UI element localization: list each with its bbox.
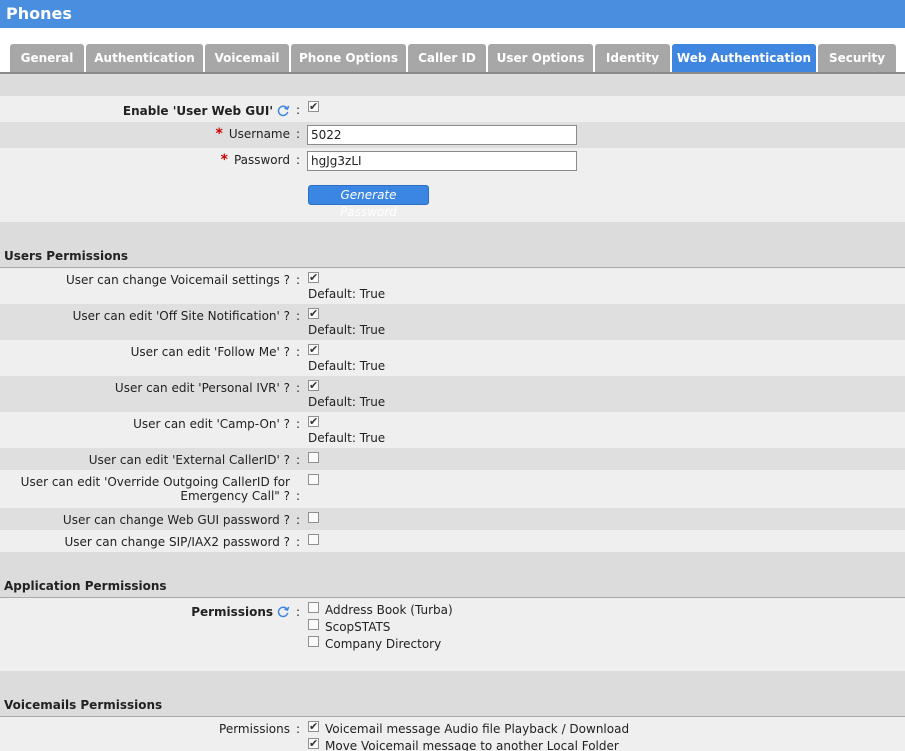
perm-checkbox[interactable]: ✔	[308, 308, 319, 319]
section-spacer	[0, 74, 905, 96]
username-input[interactable]	[307, 125, 577, 145]
app-title-bar: Phones	[0, 0, 905, 28]
tab-user-options[interactable]: User Options	[488, 44, 593, 72]
vm-playback-label: Voicemail message Audio file Playback / …	[325, 722, 630, 736]
colon: :	[296, 722, 301, 736]
colon: :	[296, 417, 301, 431]
app-title: Phones	[6, 4, 72, 23]
colon: :	[296, 489, 301, 503]
generate-password-button[interactable]: Generate Password	[308, 185, 429, 219]
tab-general[interactable]: General	[10, 44, 84, 72]
colon: :	[296, 535, 301, 549]
perm-checkbox[interactable]: ✔	[308, 380, 319, 391]
username-label: * Username	[215, 126, 291, 142]
perm-label: User can edit 'Override Outgoing CallerI…	[20, 475, 290, 503]
colon: :	[296, 453, 301, 467]
perm-row-external-callerid: User can edit 'External CallerID' ? :	[0, 448, 905, 470]
company-directory-checkbox[interactable]	[308, 636, 319, 647]
perm-row-voicemail-settings: User can change Voicemail settings ? : ✔…	[0, 268, 905, 304]
vm-permissions-label: Permissions	[219, 722, 290, 736]
tab-authentication[interactable]: Authentication	[86, 44, 203, 72]
tab-caller-id[interactable]: Caller ID	[408, 44, 486, 72]
row-application-permissions: Permissions : Address Book (Turba) ScopS…	[0, 598, 905, 671]
scopstats-checkbox[interactable]	[308, 619, 319, 630]
perm-checkbox[interactable]: ✔	[308, 344, 319, 355]
default-value: Default: True	[308, 359, 386, 373]
perm-label: User can change Web GUI password ?	[62, 513, 290, 527]
perm-label: User can edit 'Camp-On' ?	[133, 417, 290, 431]
perm-row-camp-on: User can edit 'Camp-On' ? : ✔ Default: T…	[0, 412, 905, 448]
perm-label: User can edit 'Off Site Notification' ?	[72, 309, 290, 323]
app-permissions-label: Permissions	[191, 605, 290, 619]
colon: :	[296, 153, 301, 167]
colon: :	[296, 273, 301, 287]
default-value: Default: True	[308, 323, 386, 337]
colon: :	[296, 513, 301, 527]
row-password: *Password : Generate Password	[0, 148, 905, 222]
perm-label: User can change Voicemail settings ?	[65, 273, 290, 287]
colon: :	[296, 381, 301, 395]
default-value: Default: True	[308, 395, 386, 409]
row-username: * Username :	[0, 122, 905, 148]
enable-web-gui-label: Enable 'User Web GUI'	[123, 104, 290, 118]
password-label: * Password	[220, 152, 290, 168]
colon: :	[296, 103, 301, 117]
tab-web-authentication[interactable]: Web Authentication	[672, 44, 816, 72]
default-value: Default: True	[308, 287, 386, 301]
refresh-icon[interactable]	[277, 605, 290, 618]
password-input[interactable]	[307, 151, 577, 171]
perm-row-sip-iax2-password: User can change SIP/IAX2 password ? :	[0, 530, 905, 552]
perm-row-web-gui-password: User can change Web GUI password ? :	[0, 508, 905, 530]
tab-bar: General Authentication Voicemail Phone O…	[0, 28, 905, 72]
application-permissions-header: Application Permissions	[0, 574, 905, 598]
colon: :	[296, 309, 301, 323]
address-book-label: Address Book (Turba)	[325, 603, 453, 617]
section-spacer	[0, 552, 905, 574]
perm-checkbox[interactable]	[308, 512, 319, 523]
perm-label: User can edit 'Follow Me' ?	[130, 345, 290, 359]
perm-row-override-callerid: User can edit 'Override Outgoing CallerI…	[0, 470, 905, 508]
perm-checkbox[interactable]: ✔	[308, 272, 319, 283]
colon: :	[296, 605, 301, 619]
required-mark: *	[220, 152, 228, 168]
perm-label: User can edit 'External CallerID' ?	[88, 453, 290, 467]
perm-label: User can change SIP/IAX2 password ?	[64, 535, 290, 549]
perm-label: User can edit 'Personal IVR' ?	[114, 381, 290, 395]
vm-move-checkbox[interactable]: ✔	[308, 738, 319, 749]
company-directory-label: Company Directory	[325, 637, 442, 651]
address-book-checkbox[interactable]	[308, 602, 319, 613]
default-value: Default: True	[308, 431, 386, 445]
enable-web-gui-checkbox[interactable]: ✔	[308, 101, 319, 112]
section-spacer	[0, 671, 905, 693]
perm-row-personal-ivr: User can edit 'Personal IVR' ? : ✔ Defau…	[0, 376, 905, 412]
perm-checkbox[interactable]	[308, 534, 319, 545]
colon: :	[296, 345, 301, 359]
row-voicemails-permissions: Permissions : ✔ Voicemail message Audio …	[0, 717, 905, 751]
perm-checkbox[interactable]	[308, 452, 319, 463]
perm-checkbox[interactable]	[308, 474, 319, 485]
perm-row-off-site-notification: User can edit 'Off Site Notification' ? …	[0, 304, 905, 340]
vm-move-label: Move Voicemail message to another Local …	[325, 739, 619, 751]
tab-identity[interactable]: Identity	[595, 44, 670, 72]
scopstats-label: ScopSTATS	[325, 620, 391, 634]
required-mark: *	[215, 126, 223, 142]
vm-playback-checkbox[interactable]: ✔	[308, 721, 319, 732]
refresh-icon[interactable]	[277, 104, 290, 117]
row-enable-web-gui: Enable 'User Web GUI' : ✔	[0, 96, 905, 122]
tab-voicemail[interactable]: Voicemail	[205, 44, 289, 72]
tab-phone-options[interactable]: Phone Options	[291, 44, 406, 72]
perm-row-follow-me: User can edit 'Follow Me' ? : ✔ Default:…	[0, 340, 905, 376]
users-permissions-header: Users Permissions	[0, 244, 905, 268]
colon: :	[296, 127, 301, 141]
section-spacer	[0, 222, 905, 244]
tab-security[interactable]: Security	[818, 44, 896, 72]
voicemails-permissions-header: Voicemails Permissions	[0, 693, 905, 717]
perm-checkbox[interactable]: ✔	[308, 416, 319, 427]
